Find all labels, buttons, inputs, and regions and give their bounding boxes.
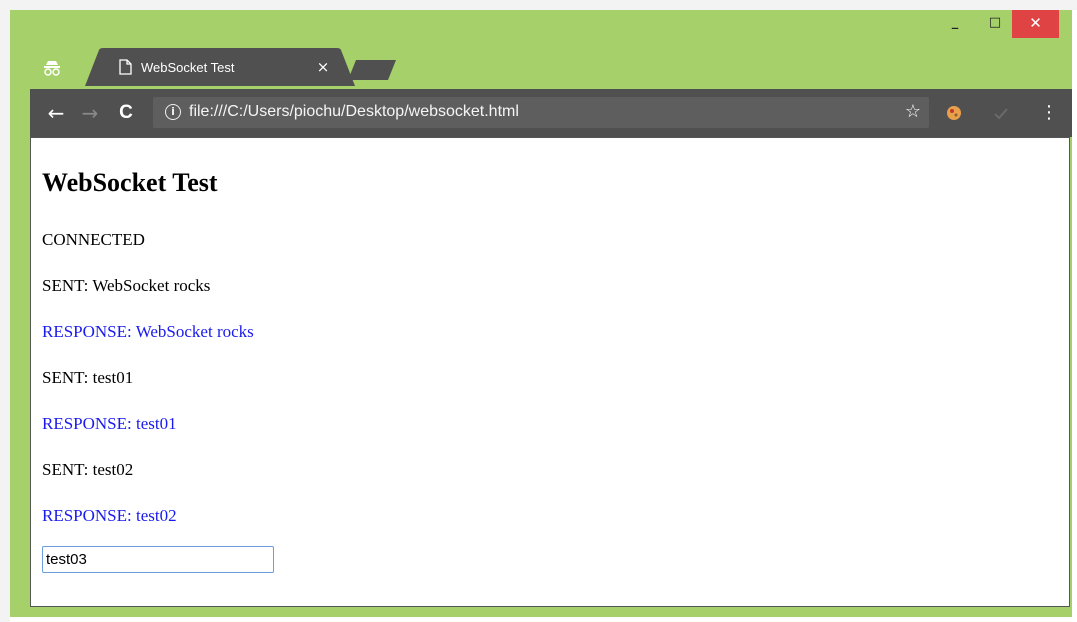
browser-toolbar: ← → C i file:///C:/Users/piochu/Desktop/… <box>30 89 1072 137</box>
log-line-sent: SENT: test02 <box>42 460 134 479</box>
url-text[interactable]: file:///C:/Users/piochu/Desktop/websocke… <box>189 103 519 121</box>
browser-window: WebSocket Test × _ □ ✕ ← → C i file:///C… <box>10 10 1072 617</box>
message-input[interactable] <box>42 546 274 573</box>
maximize-button[interactable]: □ <box>980 10 1010 38</box>
minimize-button[interactable]: _ <box>940 10 970 38</box>
page-title: WebSocket Test <box>42 168 218 197</box>
new-tab-button[interactable] <box>348 60 396 85</box>
back-button[interactable]: ← <box>44 101 68 125</box>
desktop-background <box>0 0 1077 10</box>
log-line-response: RESPONSE: test01 <box>42 414 177 433</box>
reload-button[interactable]: C <box>114 101 138 125</box>
log-line-sent: SENT: WebSocket rocks <box>42 276 211 295</box>
log-line-sent: SENT: test01 <box>42 368 134 387</box>
extension-check-icon[interactable] <box>992 104 1010 122</box>
log-line-response: RESPONSE: WebSocket rocks <box>42 322 254 341</box>
tab-websocket-test[interactable]: WebSocket Test × <box>85 48 355 86</box>
title-bar: WebSocket Test × _ □ ✕ <box>10 10 1072 90</box>
close-window-button[interactable]: ✕ <box>1012 10 1059 38</box>
extension-icon[interactable] <box>945 104 963 122</box>
menu-icon[interactable]: ⋮ <box>1040 102 1058 124</box>
info-icon[interactable]: i <box>165 104 181 120</box>
incognito-icon <box>42 58 62 78</box>
tab-title: WebSocket Test <box>141 60 235 75</box>
address-bar[interactable]: i file:///C:/Users/piochu/Desktop/websoc… <box>153 97 929 128</box>
log-line-connected: CONNECTED <box>42 230 145 249</box>
page-icon <box>119 59 133 75</box>
forward-button[interactable]: → <box>78 101 102 125</box>
desktop-background-left <box>0 10 10 622</box>
log-line-response: RESPONSE: test02 <box>42 506 177 525</box>
star-icon[interactable]: ☆ <box>905 101 921 122</box>
page-content: WebSocket Test CONNECTED SENT: WebSocket… <box>30 137 1070 607</box>
tab-close-icon[interactable]: × <box>313 57 333 77</box>
